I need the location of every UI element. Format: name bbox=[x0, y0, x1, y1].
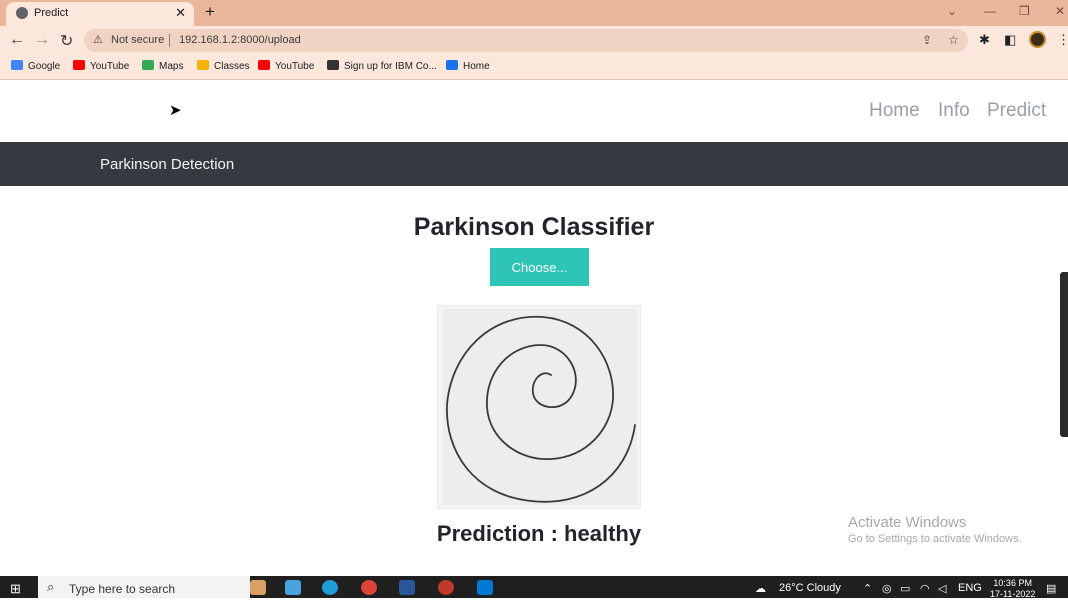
language-indicator[interactable]: ENG bbox=[958, 582, 982, 594]
address-bar[interactable]: ⚠ Not secure 192.168.1.2:8000/upload ⇪ ☆ bbox=[84, 29, 968, 52]
bookmark-classes[interactable]: Classes bbox=[197, 60, 250, 72]
tab-close-icon[interactable]: ✕ bbox=[175, 5, 186, 21]
activate-windows-watermark: Activate Windows Go to Settings to activ… bbox=[848, 514, 1022, 545]
nav-info-link[interactable]: Info bbox=[938, 100, 970, 122]
browser-tab[interactable]: Predict ✕ bbox=[6, 2, 194, 26]
watermark-subtitle: Go to Settings to activate Windows. bbox=[848, 533, 1022, 545]
clock-date: 17-11-2022 bbox=[990, 589, 1036, 599]
bookmark-label: Google bbox=[28, 61, 61, 72]
bookmark-youtube-2[interactable]: YouTube bbox=[258, 60, 314, 72]
bookmark-label: YouTube bbox=[90, 61, 130, 72]
side-toolbar-widget[interactable] bbox=[1060, 272, 1068, 437]
bookmark-label: Sign up for IBM Co... bbox=[344, 61, 437, 72]
bookmark-youtube[interactable]: YouTube bbox=[73, 60, 129, 72]
uploaded-image-preview bbox=[437, 305, 641, 509]
side-panel-icon[interactable]: ◧ bbox=[1004, 32, 1016, 48]
youtube-icon bbox=[73, 60, 85, 70]
meet-icon[interactable]: ◎ bbox=[882, 582, 892, 595]
tab-title: Predict bbox=[34, 7, 69, 19]
page-title: Parkinson Classifier bbox=[413, 213, 655, 241]
nav-predict-link[interactable]: Predict bbox=[987, 100, 1046, 122]
task-view-icon[interactable] bbox=[285, 580, 301, 595]
url-text[interactable]: 192.168.1.2:8000/upload bbox=[179, 34, 301, 46]
bookmark-label: YouTube bbox=[275, 61, 315, 72]
weather-text[interactable]: 26°C Cloudy bbox=[779, 582, 841, 594]
security-label[interactable]: Not secure bbox=[111, 34, 164, 46]
menu-icon[interactable]: ⋮ bbox=[1057, 32, 1068, 48]
new-tab-icon[interactable]: + bbox=[205, 2, 215, 22]
edge-icon[interactable] bbox=[322, 580, 338, 595]
restore-icon[interactable]: ❐ bbox=[1019, 4, 1030, 18]
share-icon[interactable]: ⇪ bbox=[922, 33, 932, 47]
back-icon[interactable]: ← bbox=[9, 31, 25, 49]
home-icon bbox=[446, 60, 458, 70]
bookmarks-bar: Google YouTube Maps Classes YouTube Sign… bbox=[0, 55, 1068, 80]
tab-search-icon[interactable]: ⌄ bbox=[947, 4, 957, 18]
search-icon: ⌕ bbox=[47, 579, 55, 594]
warning-icon[interactable]: ⚠ bbox=[93, 33, 103, 46]
wifi-icon[interactable]: ◠ bbox=[920, 582, 930, 595]
choose-file-button[interactable]: Choose... bbox=[490, 248, 589, 286]
google-icon bbox=[11, 60, 23, 70]
windows-start-icon[interactable]: ⊞ bbox=[10, 581, 21, 597]
bookmark-maps[interactable]: Maps bbox=[142, 60, 183, 72]
word-icon[interactable] bbox=[399, 580, 415, 595]
vscode-icon[interactable] bbox=[477, 580, 493, 595]
watermark-title: Activate Windows bbox=[848, 514, 967, 531]
spiral-drawing-image bbox=[443, 309, 637, 505]
volume-icon[interactable]: ◁ bbox=[938, 582, 946, 595]
brand-bar: Parkinson Detection bbox=[0, 142, 1068, 186]
ibm-icon bbox=[327, 60, 339, 70]
taskbar-clock[interactable]: 10:36 PM 17-11-2022 bbox=[990, 578, 1035, 600]
chrome-icon[interactable] bbox=[361, 580, 377, 595]
maps-icon bbox=[142, 60, 154, 70]
browser-toolbar: ← → ↻ ⚠ Not secure 192.168.1.2:8000/uplo… bbox=[0, 26, 1068, 55]
bookmark-ibm-signup[interactable]: Sign up for IBM Co... bbox=[327, 60, 437, 72]
reload-icon[interactable]: ↻ bbox=[60, 31, 73, 51]
bookmark-home[interactable]: Home bbox=[446, 60, 490, 72]
bookmark-label: Home bbox=[463, 61, 490, 72]
globe-icon bbox=[16, 7, 28, 19]
mouse-cursor-icon: ➤ bbox=[169, 102, 182, 119]
tray-chevron-icon[interactable]: ⌃ bbox=[863, 582, 872, 595]
classroom-icon bbox=[197, 60, 209, 70]
battery-icon[interactable]: ▭ bbox=[900, 582, 910, 595]
bookmark-star-icon[interactable]: ☆ bbox=[948, 33, 959, 47]
taskbar-search-placeholder: Type here to search bbox=[69, 582, 176, 596]
forward-icon[interactable]: → bbox=[34, 31, 50, 49]
profile-avatar[interactable] bbox=[1029, 31, 1046, 48]
brand-title[interactable]: Parkinson Detection bbox=[100, 156, 234, 173]
window-close-icon[interactable]: ✕ bbox=[1055, 4, 1065, 18]
clock-time: 10:36 PM bbox=[993, 578, 1032, 588]
minimize-icon[interactable]: — bbox=[984, 4, 996, 18]
address-separator bbox=[169, 34, 170, 47]
youtube-icon bbox=[258, 60, 270, 70]
taskbar-search-box[interactable]: ⌕ Type here to search bbox=[38, 576, 250, 598]
weather-cloud-icon[interactable]: ☁ bbox=[755, 582, 766, 595]
notifications-icon[interactable]: ▤ bbox=[1046, 582, 1056, 595]
bookmark-google[interactable]: Google bbox=[11, 60, 60, 72]
site-header: Home Info Predict bbox=[0, 80, 1068, 142]
bookmark-label: Maps bbox=[159, 61, 184, 72]
windows-taskbar: ⊞ ⌕ Type here to search ☁ 26°C Cloudy ⌃ … bbox=[0, 576, 1068, 600]
nav-home-link[interactable]: Home bbox=[869, 100, 920, 122]
chrome-profile-icon[interactable] bbox=[438, 580, 454, 595]
extensions-icon[interactable]: ✱ bbox=[979, 32, 990, 48]
widgets-icon[interactable] bbox=[250, 580, 266, 595]
bookmark-label: Classes bbox=[214, 61, 250, 72]
browser-tab-strip: Predict ✕ + ⌄ — ❐ ✕ bbox=[0, 0, 1068, 26]
